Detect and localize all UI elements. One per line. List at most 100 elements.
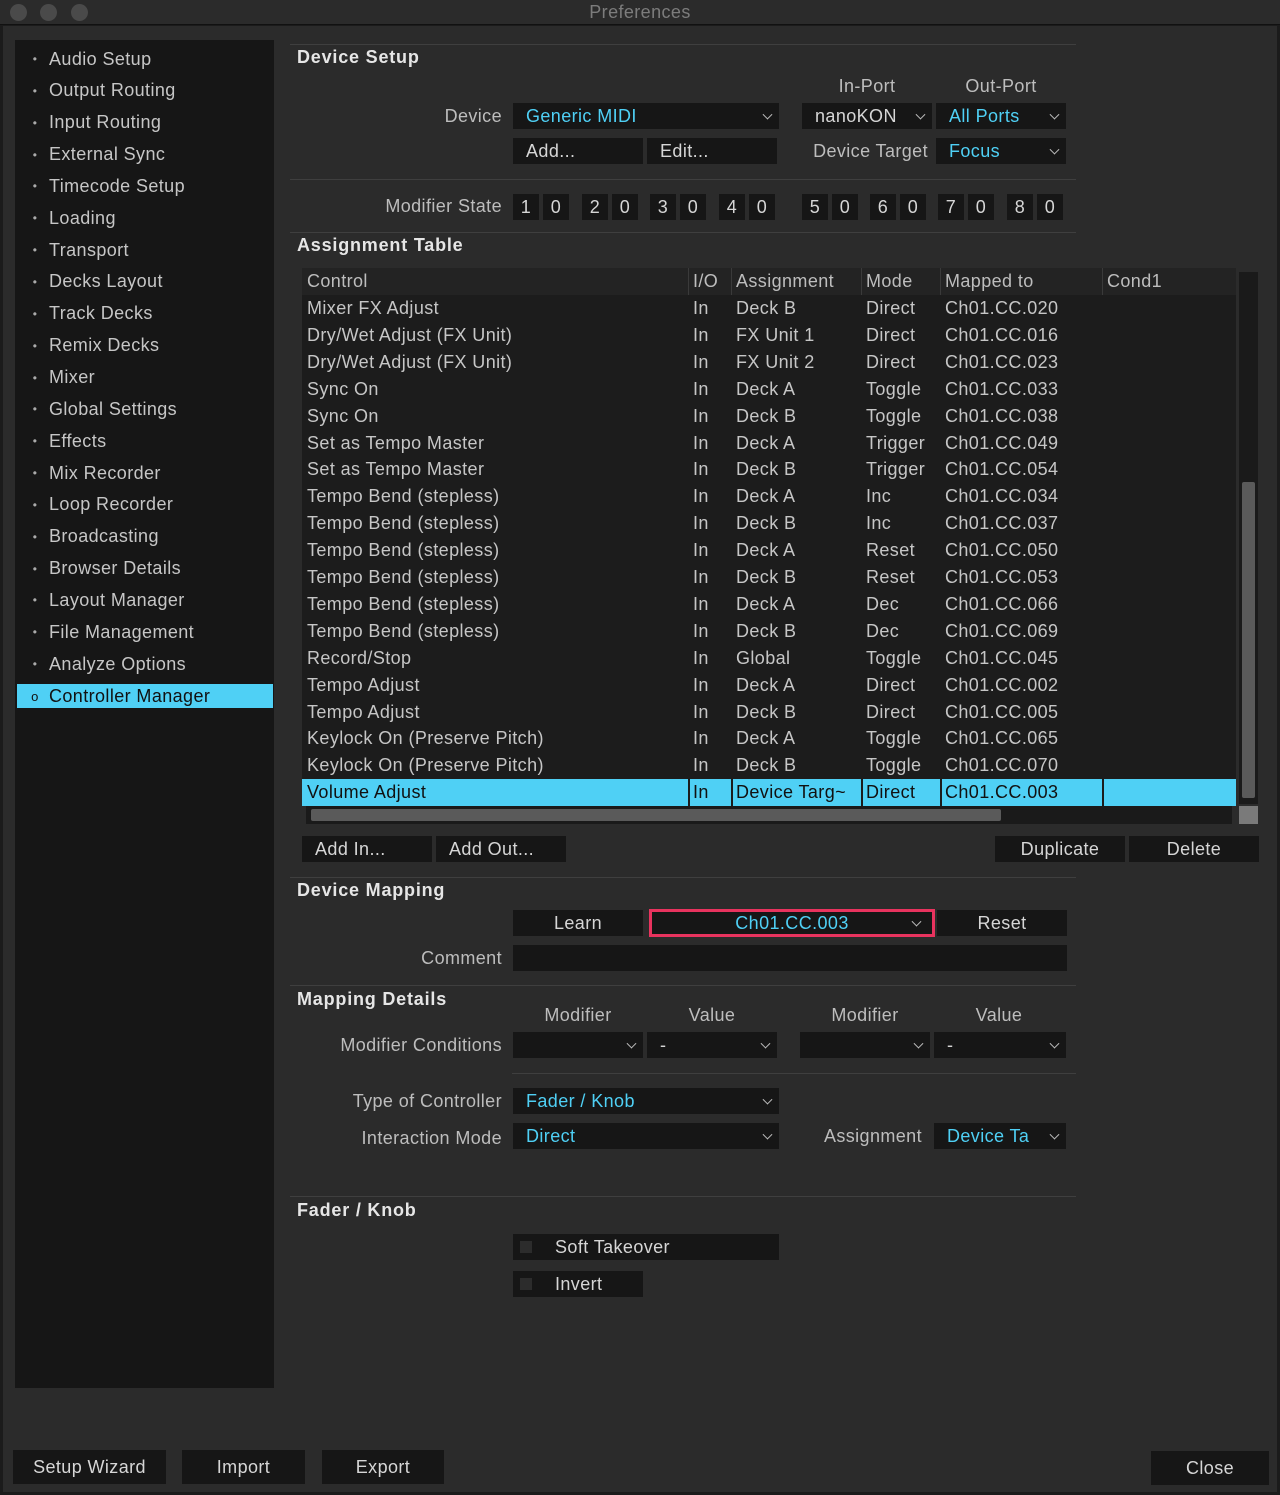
assignment-select[interactable]: Device Ta xyxy=(934,1123,1066,1149)
sidebar-item-layout-manager[interactable]: • Layout Manager xyxy=(17,588,273,612)
comment-input[interactable] xyxy=(513,945,1067,971)
column-divider[interactable] xyxy=(940,268,941,295)
table-row[interactable]: Tempo Adjust In Deck B Direct Ch01.CC.005 xyxy=(302,699,1236,726)
modifier-7-value[interactable]: 0 xyxy=(968,194,994,220)
sidebar-item-decks-layout[interactable]: • Decks Layout xyxy=(17,270,273,294)
table-cell: Deck A xyxy=(736,432,796,453)
table-row[interactable]: Tempo Bend (stepless) In Deck A Reset Ch01.C… xyxy=(302,537,1236,564)
add-in-button[interactable]: Add In... xyxy=(302,836,432,862)
checkbox-box[interactable] xyxy=(520,1278,532,1290)
type-of-controller-select[interactable]: Fader / Knob xyxy=(513,1088,779,1114)
sidebar-item-controller-manager[interactable]: o Controller Manager xyxy=(17,684,273,708)
table-row[interactable]: Record/Stop In Global Toggle Ch01.CC.045 xyxy=(302,645,1236,672)
column-header[interactable]: Control xyxy=(307,271,687,292)
device-target-select[interactable]: Focus xyxy=(936,138,1066,164)
out-port-select[interactable]: All Ports xyxy=(936,103,1066,129)
sidebar-item-track-decks[interactable]: • Track Decks xyxy=(17,302,273,326)
table-row[interactable]: Keylock On (Preserve Pitch) In Deck A Toggl… xyxy=(302,725,1236,752)
export-button[interactable]: Export xyxy=(322,1450,444,1484)
column-header[interactable]: Assignment xyxy=(736,271,862,292)
condition-2-modifier-select[interactable] xyxy=(800,1032,930,1058)
sidebar-item-transport[interactable]: • Transport xyxy=(17,238,273,262)
column-header[interactable]: I/O xyxy=(693,271,733,292)
preferences-sidebar: • Audio Setup • Output Routing • Input Routin… xyxy=(15,40,274,1388)
sidebar-item-audio-setup[interactable]: • Audio Setup xyxy=(17,47,273,71)
modifier-4-value[interactable]: 0 xyxy=(749,194,775,220)
table-row[interactable]: Tempo Bend (stepless) In Deck A Dec Ch01.CC.… xyxy=(302,591,1236,618)
condition-2-value-select[interactable]: - xyxy=(934,1032,1066,1058)
delete-button[interactable]: Delete xyxy=(1129,836,1259,862)
scrollbar-thumb[interactable] xyxy=(1242,482,1255,798)
setup-wizard-button[interactable]: Setup Wizard xyxy=(13,1450,166,1484)
table-row[interactable]: Tempo Bend (stepless) In Deck B Inc Ch01.CC.… xyxy=(302,510,1236,537)
edit-device-button[interactable]: Edit... xyxy=(647,138,777,164)
modifier-3-value[interactable]: 0 xyxy=(680,194,706,220)
table-row[interactable]: Tempo Bend (stepless) In Deck A Inc Ch01.CC.… xyxy=(302,483,1236,510)
table-row[interactable]: Dry/Wet Adjust (FX Unit) In FX Unit 1 Direc… xyxy=(302,322,1236,349)
table-row[interactable]: Set as Tempo Master In Deck A Trigger Ch01.C… xyxy=(302,430,1236,457)
table-row[interactable]: Tempo Bend (stepless) In Deck B Reset Ch01.C… xyxy=(302,564,1236,591)
close-button[interactable]: Close xyxy=(1151,1451,1269,1485)
condition-1-modifier-select[interactable] xyxy=(513,1032,643,1058)
column-header[interactable]: Cond1 xyxy=(1107,271,1232,292)
sidebar-item-loop-recorder[interactable]: • Loop Recorder xyxy=(17,493,273,517)
column-divider[interactable] xyxy=(688,268,689,295)
learn-button[interactable]: Learn xyxy=(513,910,643,936)
modifier-6-value[interactable]: 0 xyxy=(900,194,926,220)
sidebar-item-browser-details[interactable]: • Browser Details xyxy=(17,557,273,581)
sidebar-item-effects[interactable]: • Effects xyxy=(17,429,273,453)
table-row[interactable]: Mixer FX Adjust In Deck B Direct Ch01.CC.020 xyxy=(302,295,1236,322)
modifier-5-value[interactable]: 0 xyxy=(832,194,858,220)
table-row[interactable]: Tempo Adjust In Deck A Direct Ch01.CC.002 xyxy=(302,672,1236,699)
in-port-select[interactable]: nanoKON xyxy=(802,103,932,129)
device-select[interactable]: Generic MIDI xyxy=(513,103,779,129)
modifier-8-value[interactable]: 0 xyxy=(1037,194,1063,220)
table-cell: Toggle xyxy=(866,647,922,668)
table-row[interactable]: Tempo Bend (stepless) In Deck B Dec Ch01.CC.… xyxy=(302,618,1236,645)
sidebar-item-timecode-setup[interactable]: • Timecode Setup xyxy=(17,174,273,198)
sidebar-item-input-routing[interactable]: • Input Routing xyxy=(17,111,273,135)
condition-1-value-select[interactable]: - xyxy=(647,1032,777,1058)
duplicate-button[interactable]: Duplicate xyxy=(995,836,1125,862)
invert-checkbox[interactable]: Invert xyxy=(513,1271,643,1297)
sidebar-item-output-routing[interactable]: • Output Routing xyxy=(17,79,273,103)
reset-button[interactable]: Reset xyxy=(937,910,1067,936)
column-header[interactable]: Mapped to xyxy=(945,271,1103,292)
table-row[interactable]: Sync On In Deck A Toggle Ch01.CC.033 xyxy=(302,376,1236,403)
add-out-button[interactable]: Add Out... xyxy=(436,836,566,862)
horizontal-scrollbar[interactable] xyxy=(306,806,1232,824)
column-header[interactable]: Mode xyxy=(866,271,942,292)
sidebar-item-remix-decks[interactable]: • Remix Decks xyxy=(17,334,273,358)
table-row[interactable]: Volume Adjust In Device Targ~ Direct Ch01.CC… xyxy=(302,779,1236,807)
bullet-icon: • xyxy=(32,561,38,576)
table-row[interactable]: Set as Tempo Master In Deck B Trigger Ch01.C… xyxy=(302,456,1236,483)
import-button[interactable]: Import xyxy=(182,1450,305,1484)
table-cell: Mixer FX Adjust xyxy=(307,298,440,318)
column-divider[interactable] xyxy=(1102,268,1103,295)
column-divider[interactable] xyxy=(731,268,732,295)
vertical-scrollbar[interactable] xyxy=(1239,272,1258,804)
checkbox-box[interactable] xyxy=(520,1241,532,1253)
table-row[interactable]: Keylock On (Preserve Pitch) In Deck B Toggl… xyxy=(302,752,1236,779)
chevron-down-icon xyxy=(760,1038,771,1049)
interaction-mode-select[interactable]: Direct xyxy=(513,1123,779,1149)
modifier-7-number: 7 xyxy=(938,194,964,220)
sidebar-item-mix-recorder[interactable]: • Mix Recorder xyxy=(17,461,273,485)
sidebar-item-global-settings[interactable]: • Global Settings xyxy=(17,397,273,421)
sidebar-item-analyze-options[interactable]: • Analyze Options xyxy=(17,652,273,676)
modifier-1-value[interactable]: 0 xyxy=(543,194,569,220)
sidebar-item-mixer[interactable]: • Mixer xyxy=(17,366,273,390)
modifier-2-value[interactable]: 0 xyxy=(612,194,638,220)
table-cell: Dec xyxy=(866,593,900,614)
sidebar-item-loading[interactable]: • Loading xyxy=(17,206,273,230)
soft-takeover-checkbox[interactable]: Soft Takeover xyxy=(513,1234,779,1260)
table-row[interactable]: Dry/Wet Adjust (FX Unit) In FX Unit 2 Direc… xyxy=(302,349,1236,376)
column-divider[interactable] xyxy=(861,268,862,295)
scrollbar-thumb[interactable] xyxy=(311,809,1001,821)
mapped-to-select[interactable]: Ch01.CC.003 xyxy=(649,909,935,937)
table-row[interactable]: Sync On In Deck B Toggle Ch01.CC.038 xyxy=(302,403,1236,430)
sidebar-item-external-sync[interactable]: • External Sync xyxy=(17,143,273,167)
add-device-button[interactable]: Add... xyxy=(513,138,643,164)
sidebar-item-file-management[interactable]: • File Management xyxy=(17,620,273,644)
sidebar-item-broadcasting[interactable]: • Broadcasting xyxy=(17,525,273,549)
